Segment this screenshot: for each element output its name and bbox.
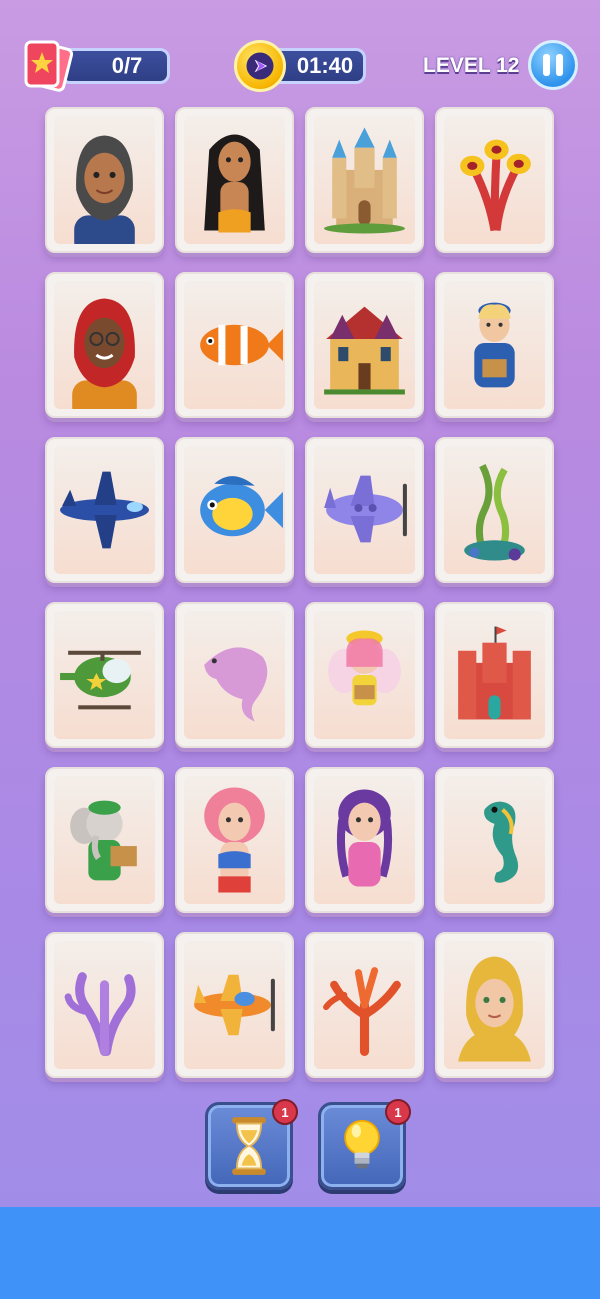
boosters-bar: 1 1 bbox=[0, 1098, 600, 1198]
timer: 01:40 bbox=[234, 38, 368, 92]
hourglass-count-badge: 1 bbox=[272, 1099, 298, 1125]
elephant-courier-icon bbox=[54, 776, 155, 904]
purple-propeller-plane-icon bbox=[314, 446, 415, 574]
tile-purple-propeller-plane[interactable] bbox=[305, 437, 424, 583]
red-coral-icon bbox=[314, 941, 415, 1069]
fairy-delivery-girl-icon bbox=[314, 611, 415, 739]
delivery-boy-icon bbox=[444, 281, 545, 409]
seahorse-icon bbox=[444, 776, 545, 904]
woman-hijab-gray-icon bbox=[54, 116, 155, 244]
tile-elephant-courier[interactable] bbox=[45, 767, 164, 913]
tile-fairy-delivery-girl[interactable] bbox=[305, 602, 424, 748]
tile-red-coral[interactable] bbox=[305, 932, 424, 1078]
tile-woman-hijab-gray[interactable] bbox=[45, 107, 164, 253]
hourglass-icon bbox=[232, 1117, 266, 1175]
bottom-bar bbox=[0, 1207, 600, 1299]
pause-button[interactable] bbox=[528, 40, 578, 90]
mermaid-pink-hair-icon bbox=[184, 776, 285, 904]
cards-icon bbox=[22, 40, 80, 92]
pink-dolphin-icon bbox=[184, 611, 285, 739]
tile-blue-yellow-fish[interactable] bbox=[175, 437, 294, 583]
lightbulb-icon bbox=[344, 1119, 380, 1169]
tile-green-helicopter[interactable] bbox=[45, 602, 164, 748]
tile-woman-yellow-hijab[interactable] bbox=[435, 932, 554, 1078]
tile-girl-purple-braids[interactable] bbox=[305, 767, 424, 913]
tile-pink-dolphin[interactable] bbox=[175, 602, 294, 748]
tile-mansion-house[interactable] bbox=[305, 272, 424, 418]
tile-woman-hijab-red-glasses[interactable] bbox=[45, 272, 164, 418]
tile-purple-coral[interactable] bbox=[45, 932, 164, 1078]
cards-counter: 0/7 bbox=[22, 40, 170, 92]
level-label: LEVEL 12 bbox=[423, 54, 520, 77]
tile-mermaid-pink-hair[interactable] bbox=[175, 767, 294, 913]
tile-sand-castle[interactable] bbox=[305, 107, 424, 253]
mansion-house-icon bbox=[314, 281, 415, 409]
blue-yellow-fish-icon bbox=[184, 446, 285, 574]
orange-airplane-icon bbox=[184, 941, 285, 1069]
blue-airplane-icon bbox=[54, 446, 155, 574]
woman-hijab-red-glasses-icon bbox=[54, 281, 155, 409]
tile-seahorse[interactable] bbox=[435, 767, 554, 913]
mermaid-dark-hair-icon bbox=[184, 116, 285, 244]
top-bar: 0/7 01:40 LEVEL 12 bbox=[0, 0, 600, 120]
tile-tube-coral[interactable] bbox=[435, 107, 554, 253]
tile-clownfish[interactable] bbox=[175, 272, 294, 418]
purple-coral-icon bbox=[54, 941, 155, 1069]
hint-booster-button[interactable]: 1 bbox=[318, 1099, 411, 1190]
seaweed-icon bbox=[444, 446, 545, 574]
girl-purple-braids-icon bbox=[314, 776, 415, 904]
sand-castle-icon bbox=[314, 116, 415, 244]
tube-coral-icon bbox=[444, 116, 545, 244]
pause-icon bbox=[543, 54, 550, 76]
tile-grid bbox=[45, 107, 555, 1079]
tile-delivery-boy[interactable] bbox=[435, 272, 554, 418]
clock-icon bbox=[234, 40, 286, 92]
green-helicopter-icon bbox=[54, 611, 155, 739]
red-castle-icon bbox=[444, 611, 545, 739]
tile-red-castle[interactable] bbox=[435, 602, 554, 748]
hourglass-booster-button[interactable]: 1 bbox=[205, 1099, 298, 1190]
woman-yellow-hijab-icon bbox=[444, 941, 545, 1069]
tile-blue-airplane[interactable] bbox=[45, 437, 164, 583]
tile-mermaid-dark-hair[interactable] bbox=[175, 107, 294, 253]
tile-orange-airplane[interactable] bbox=[175, 932, 294, 1078]
clownfish-icon bbox=[184, 281, 285, 409]
hint-count-badge: 1 bbox=[385, 1099, 411, 1125]
tile-seaweed[interactable] bbox=[435, 437, 554, 583]
